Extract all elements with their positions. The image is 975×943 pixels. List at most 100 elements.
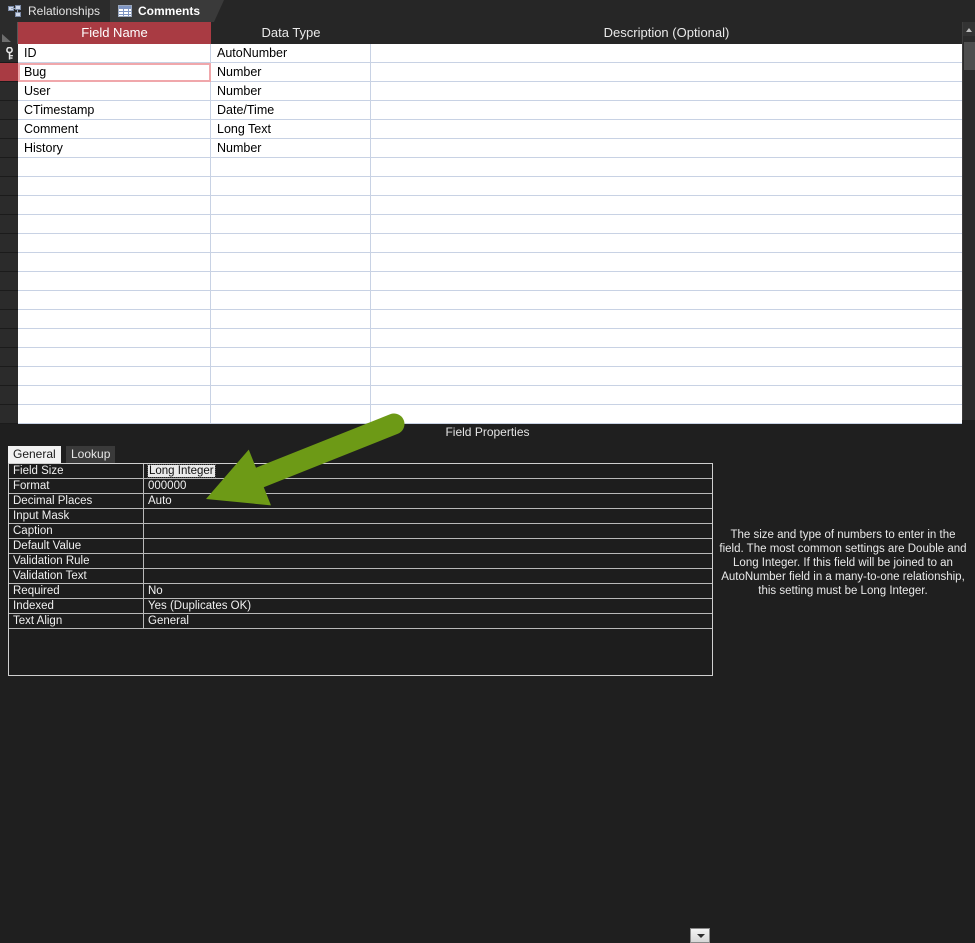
property-value[interactable]: Auto (144, 494, 712, 509)
data-type-cell[interactable] (211, 253, 371, 272)
field-name-cell[interactable]: History (18, 139, 211, 158)
field-name-cell[interactable]: User (18, 82, 211, 101)
row-selector[interactable] (0, 348, 18, 367)
field-name-cell[interactable] (18, 215, 211, 234)
description-cell[interactable] (371, 272, 962, 291)
table-row[interactable]: CommentLong Text (0, 120, 962, 139)
property-value[interactable]: 000000 (144, 479, 712, 494)
field-name-cell[interactable] (18, 196, 211, 215)
row-selector[interactable] (0, 196, 18, 215)
field-name-cell[interactable] (18, 177, 211, 196)
data-type-cell[interactable]: Long Text (211, 120, 371, 139)
table-row[interactable] (0, 348, 962, 367)
grid-header-data-type[interactable]: Data Type (211, 22, 371, 44)
row-selector[interactable] (0, 120, 18, 139)
property-value[interactable]: Long Integer (144, 464, 712, 479)
description-cell[interactable] (371, 120, 962, 139)
row-selector[interactable] (0, 139, 18, 158)
scrollbar-thumb[interactable] (964, 42, 975, 70)
property-row[interactable]: Format000000 (9, 479, 712, 494)
property-row[interactable]: Decimal PlacesAuto (9, 494, 712, 509)
grid-header-field-name[interactable]: Field Name (18, 22, 211, 44)
data-type-cell[interactable] (211, 177, 371, 196)
data-type-cell[interactable]: Date/Time (211, 101, 371, 120)
data-type-cell[interactable] (211, 196, 371, 215)
row-selector[interactable] (0, 367, 18, 386)
property-row[interactable]: RequiredNo (9, 584, 712, 599)
grid-header-select-all[interactable] (0, 22, 18, 44)
property-value[interactable] (144, 569, 712, 584)
data-type-cell[interactable] (211, 367, 371, 386)
field-size-dropdown-button[interactable] (690, 928, 710, 943)
row-selector[interactable] (0, 215, 18, 234)
description-cell[interactable] (371, 215, 962, 234)
data-type-cell[interactable]: Number (211, 139, 371, 158)
description-cell[interactable] (371, 158, 962, 177)
data-type-cell[interactable] (211, 348, 371, 367)
data-type-cell[interactable] (211, 158, 371, 177)
table-row[interactable] (0, 310, 962, 329)
description-cell[interactable] (371, 139, 962, 158)
table-row[interactable]: HistoryNumber (0, 139, 962, 158)
field-name-cell[interactable]: ID (18, 44, 211, 63)
tab-relationships[interactable]: Relationships (0, 0, 115, 22)
row-selector[interactable] (0, 253, 18, 272)
property-row[interactable]: Field SizeLong Integer (9, 464, 712, 479)
field-name-cell[interactable] (18, 310, 211, 329)
field-name-cell[interactable] (18, 234, 211, 253)
description-cell[interactable] (371, 44, 962, 63)
row-selector[interactable] (0, 310, 18, 329)
table-row[interactable]: IDAutoNumber (0, 44, 962, 63)
field-name-cell[interactable] (18, 348, 211, 367)
table-row[interactable] (0, 234, 962, 253)
row-selector[interactable] (0, 177, 18, 196)
description-cell[interactable] (371, 177, 962, 196)
field-name-cell[interactable]: Bug (18, 63, 211, 82)
tab-lookup[interactable]: Lookup (66, 446, 115, 463)
tab-comments[interactable]: Comments (110, 0, 214, 22)
field-name-cell[interactable] (18, 329, 211, 348)
data-type-cell[interactable]: AutoNumber (211, 44, 371, 63)
row-selector[interactable] (0, 329, 18, 348)
row-selector[interactable] (0, 272, 18, 291)
table-row[interactable] (0, 196, 962, 215)
table-row[interactable] (0, 272, 962, 291)
property-value[interactable] (144, 509, 712, 524)
description-cell[interactable] (371, 348, 962, 367)
property-value[interactable]: Yes (Duplicates OK) (144, 599, 712, 614)
property-row[interactable]: IndexedYes (Duplicates OK) (9, 599, 712, 614)
table-row[interactable] (0, 177, 962, 196)
table-row[interactable] (0, 329, 962, 348)
table-row[interactable] (0, 215, 962, 234)
property-value[interactable] (144, 539, 712, 554)
description-cell[interactable] (371, 101, 962, 120)
data-type-cell[interactable] (211, 310, 371, 329)
field-name-cell[interactable] (18, 367, 211, 386)
row-selector[interactable] (0, 101, 18, 120)
property-value[interactable]: No (144, 584, 712, 599)
data-type-cell[interactable]: Number (211, 63, 371, 82)
table-row[interactable]: CTimestampDate/Time (0, 101, 962, 120)
description-cell[interactable] (371, 253, 962, 272)
description-cell[interactable] (371, 82, 962, 101)
data-type-cell[interactable] (211, 291, 371, 310)
description-cell[interactable] (371, 386, 962, 405)
grid-header-description[interactable]: Description (Optional) (371, 22, 962, 44)
table-row[interactable] (0, 367, 962, 386)
data-type-cell[interactable]: Number (211, 82, 371, 101)
row-selector[interactable] (0, 158, 18, 177)
field-name-cell[interactable] (18, 158, 211, 177)
row-selector[interactable] (0, 234, 18, 253)
table-row[interactable] (0, 291, 962, 310)
description-cell[interactable] (371, 310, 962, 329)
property-row[interactable]: Validation Text (9, 569, 712, 584)
description-cell[interactable] (371, 329, 962, 348)
data-type-cell[interactable] (211, 386, 371, 405)
data-type-cell[interactable] (211, 272, 371, 291)
property-row[interactable]: Default Value (9, 539, 712, 554)
description-cell[interactable] (371, 234, 962, 253)
property-value[interactable] (144, 554, 712, 569)
row-selector[interactable] (0, 44, 18, 63)
description-cell[interactable] (371, 63, 962, 82)
table-row[interactable] (0, 386, 962, 405)
